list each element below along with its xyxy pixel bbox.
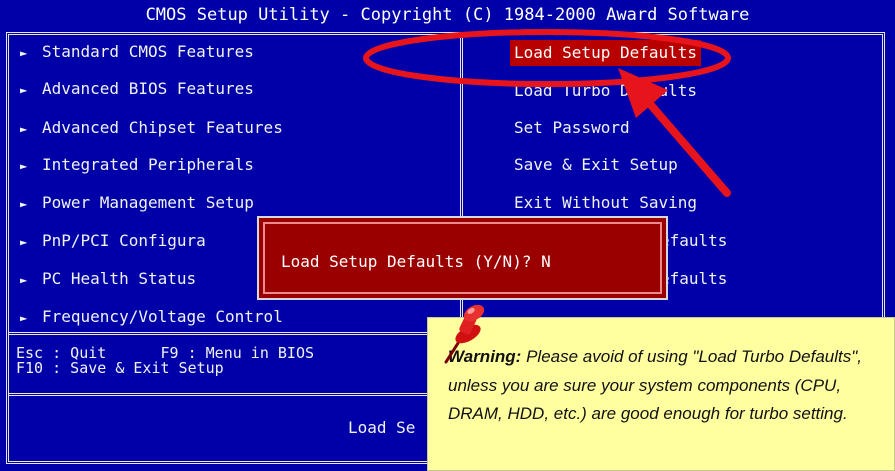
menu-item-frequency-voltage[interactable]: ► Frequency/Voltage Control <box>20 304 283 330</box>
menu-item-label: PnP/PCI Configura <box>42 231 206 250</box>
confirm-dialog[interactable]: Load Setup Defaults (Y/N)? N <box>257 216 668 300</box>
menu-item-set-password[interactable]: Set Password <box>514 115 630 141</box>
menu-arrow-icon: ► <box>20 46 28 60</box>
warning-text: Warning: Please avoid of using "Load Tur… <box>448 343 888 429</box>
menu-arrow-icon: ► <box>20 273 28 287</box>
menu-item-defaults-partial-2[interactable]: efaults <box>660 266 727 292</box>
menu-arrow-icon: ► <box>20 83 28 97</box>
menu-arrow-icon: ► <box>20 311 28 325</box>
dialog-prompt: Load Setup Defaults (Y/N)? N <box>281 252 551 271</box>
menu-item-save-exit[interactable]: Save & Exit Setup <box>514 152 678 178</box>
menu-item-label: Integrated Peripherals <box>42 155 254 174</box>
key-help: Esc : Quit F9 : Menu in BIOS F10 : Save … <box>16 346 314 376</box>
menu-arrow-icon: ► <box>20 122 28 136</box>
menu-arrow-icon: ► <box>20 235 28 249</box>
menu-item-label: Advanced Chipset Features <box>42 118 283 137</box>
menu-item-pc-health[interactable]: ► PC Health Status <box>20 266 196 292</box>
menu-item-advanced-chipset[interactable]: ► Advanced Chipset Features <box>20 115 283 141</box>
menu-item-integrated-peripherals[interactable]: ► Integrated Peripherals <box>20 152 254 178</box>
key-help-line-2: F10 : Save & Exit Setup <box>16 359 224 377</box>
menu-item-pnp-pci[interactable]: ► PnP/PCI Configura <box>20 228 206 254</box>
menu-item-load-setup-defaults[interactable]: Load Setup Defaults <box>510 40 702 66</box>
menu-item-defaults-partial-1[interactable]: efaults <box>660 228 727 254</box>
menu-item-standard-cmos[interactable]: ► Standard CMOS Features <box>20 39 254 65</box>
menu-item-label: Advanced BIOS Features <box>42 79 254 98</box>
menu-item-label: Frequency/Voltage Control <box>42 307 283 326</box>
menu-item-label: Standard CMOS Features <box>42 42 254 61</box>
menu-item-load-turbo-defaults[interactable]: Load Turbo Defaults <box>514 78 697 104</box>
menu-arrow-icon: ► <box>20 159 28 173</box>
window-title: CMOS Setup Utility - Copyright (C) 1984-… <box>0 0 895 30</box>
push-pin-icon <box>444 304 485 364</box>
menu-arrow-icon: ► <box>20 197 28 211</box>
warning-note: Warning: Please avoid of using "Load Tur… <box>427 317 895 471</box>
menu-item-label: PC Health Status <box>42 269 197 288</box>
menu-item-label: Power Management Setup <box>42 193 254 212</box>
menu-item-exit-without-saving[interactable]: Exit Without Saving <box>514 190 697 216</box>
item-help-text: Load Se <box>348 418 416 437</box>
menu-item-power-management[interactable]: ► Power Management Setup <box>20 190 254 216</box>
menu-item-advanced-bios[interactable]: ► Advanced BIOS Features <box>20 76 254 102</box>
